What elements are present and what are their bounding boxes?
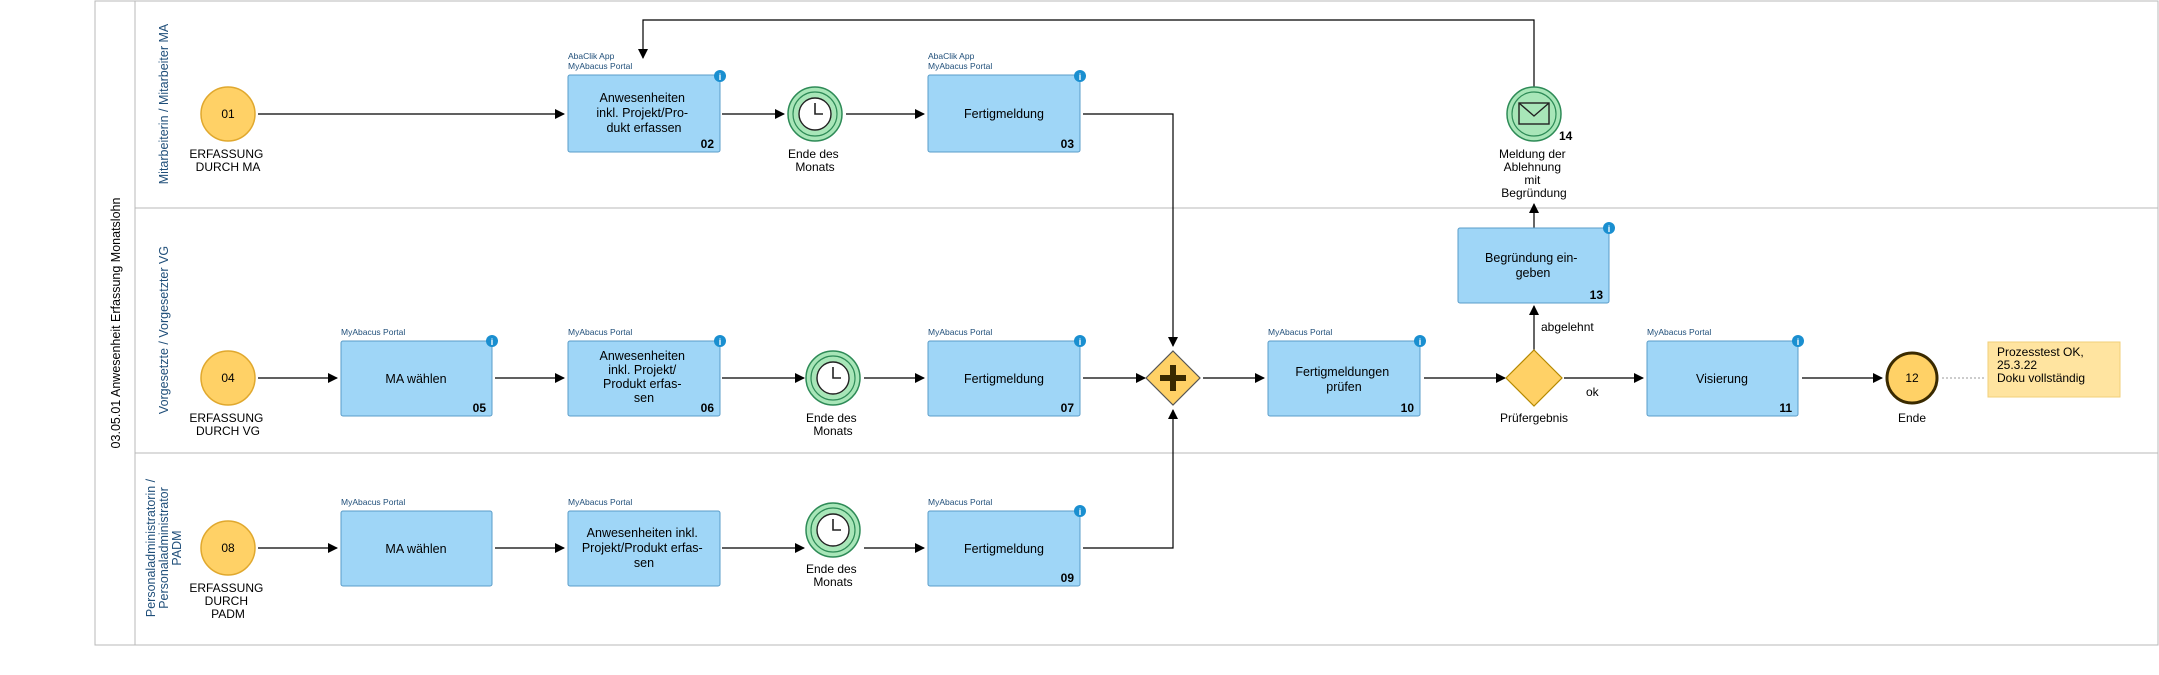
lane-label-padm-line3: PADM [170,530,184,565]
task-system: MyAbacus Portal [928,497,992,507]
lane-label-vg: Vorgesetzte / Vorgesetzter VG [157,246,171,414]
lane-label-ma: Mitarbeiterin / Mitarbeiter MA [157,23,171,184]
lane-label-padm-line2: Personaladministrator [157,487,171,609]
info-icon[interactable]: i [486,335,498,347]
svg-text:i: i [1608,224,1611,234]
task-label: Visierung [1696,372,1748,386]
event-label: Ende des Monats [806,562,860,589]
task-system: MyAbacus Portal [341,327,405,337]
info-icon[interactable]: i [1603,222,1615,234]
event-number: 04 [221,371,235,385]
process-diagram: 03.05.01 Anwesenheit Erfassung Monatsloh… [94,0,2159,646]
event-label: ERFASSUNG DURCH MA [189,147,266,174]
info-icon[interactable]: i [714,70,726,82]
svg-text:i: i [491,337,494,347]
task-number: 13 [1590,288,1604,302]
event-number: 14 [1559,129,1573,143]
info-icon[interactable]: i [1074,70,1086,82]
lane-vg: Vorgesetzte / Vorgesetzter VG [157,246,171,414]
task-label: Fertigmeldung [964,542,1044,556]
envelope-icon [1518,102,1550,125]
task-label: Anwesenheiten inkl. Projekt/Pro- dukt er… [596,91,691,135]
event-label: Ende [1898,411,1926,425]
svg-text:i: i [719,337,722,347]
lane-ma: Mitarbeiterin / Mitarbeiter MA [157,23,171,184]
event-number: 08 [221,541,235,555]
task-system: MyAbacus Portal [1647,327,1711,337]
task-system: MyAbacus Portal [1268,327,1332,337]
timer-event-2[interactable]: Ende des Monats [805,350,861,438]
svg-text:i: i [719,72,722,82]
gateway-label: Prüfergebnis [1500,411,1568,425]
svg-text:i: i [1079,72,1082,82]
timer-event-1[interactable]: Ende des Monats [787,86,843,174]
svg-text:i: i [1079,507,1082,517]
task-system: MyAbacus Portal [341,497,405,507]
task-label: Fertigmeldung [964,107,1044,121]
svg-text:i: i [1079,337,1082,347]
event-number: 12 [1905,371,1919,385]
event-label: Meldung der Ablehnung mit Begründung [1499,147,1569,200]
info-icon[interactable]: i [1074,335,1086,347]
task-label: MA wählen [385,542,446,556]
text-annotation: Prozesstest OK, 25.3.22 Doku vollständig [1987,341,2121,398]
svg-text:i: i [1797,337,1800,347]
info-icon[interactable]: i [1414,335,1426,347]
task-number: 11 [1779,401,1792,415]
task-label: MA wählen [385,372,446,386]
task-system: MyAbacus Portal [928,327,992,337]
task-number: 02 [701,137,715,151]
timer-event-3[interactable]: Ende des Monats [805,502,861,589]
event-label: Ende des Monats [806,411,860,438]
event-number: 01 [221,107,235,121]
task-number: 06 [701,401,715,415]
flow-label-rejected: abgelehnt [1541,320,1594,334]
event-label: Ende des Monats [788,147,842,174]
flow-label-ok: ok [1586,385,1600,399]
task-number: 05 [473,401,487,415]
task-system: MyAbacus Portal [568,497,632,507]
task-13-begruendung-eingeben[interactable]: i Begründung ein- geben 13 [1457,222,1615,304]
lane-label-padm-line1: Personaladministratorin / [144,478,158,617]
task-system: MyAbacus Portal [568,327,632,337]
task-label: Fertigmeldung [964,372,1044,386]
info-icon[interactable]: i [1074,505,1086,517]
task-number: 03 [1061,137,1075,151]
pool-title: 03.05.01 Anwesenheit Erfassung Monatsloh… [109,198,123,449]
event-label: ERFASSUNG DURCH VG [189,411,266,438]
task-number: 10 [1401,401,1415,415]
info-icon[interactable]: i [1792,335,1804,347]
task-number: 07 [1061,401,1075,415]
info-icon[interactable]: i [714,335,726,347]
svg-text:i: i [1419,337,1422,347]
task-number: 09 [1061,571,1075,585]
